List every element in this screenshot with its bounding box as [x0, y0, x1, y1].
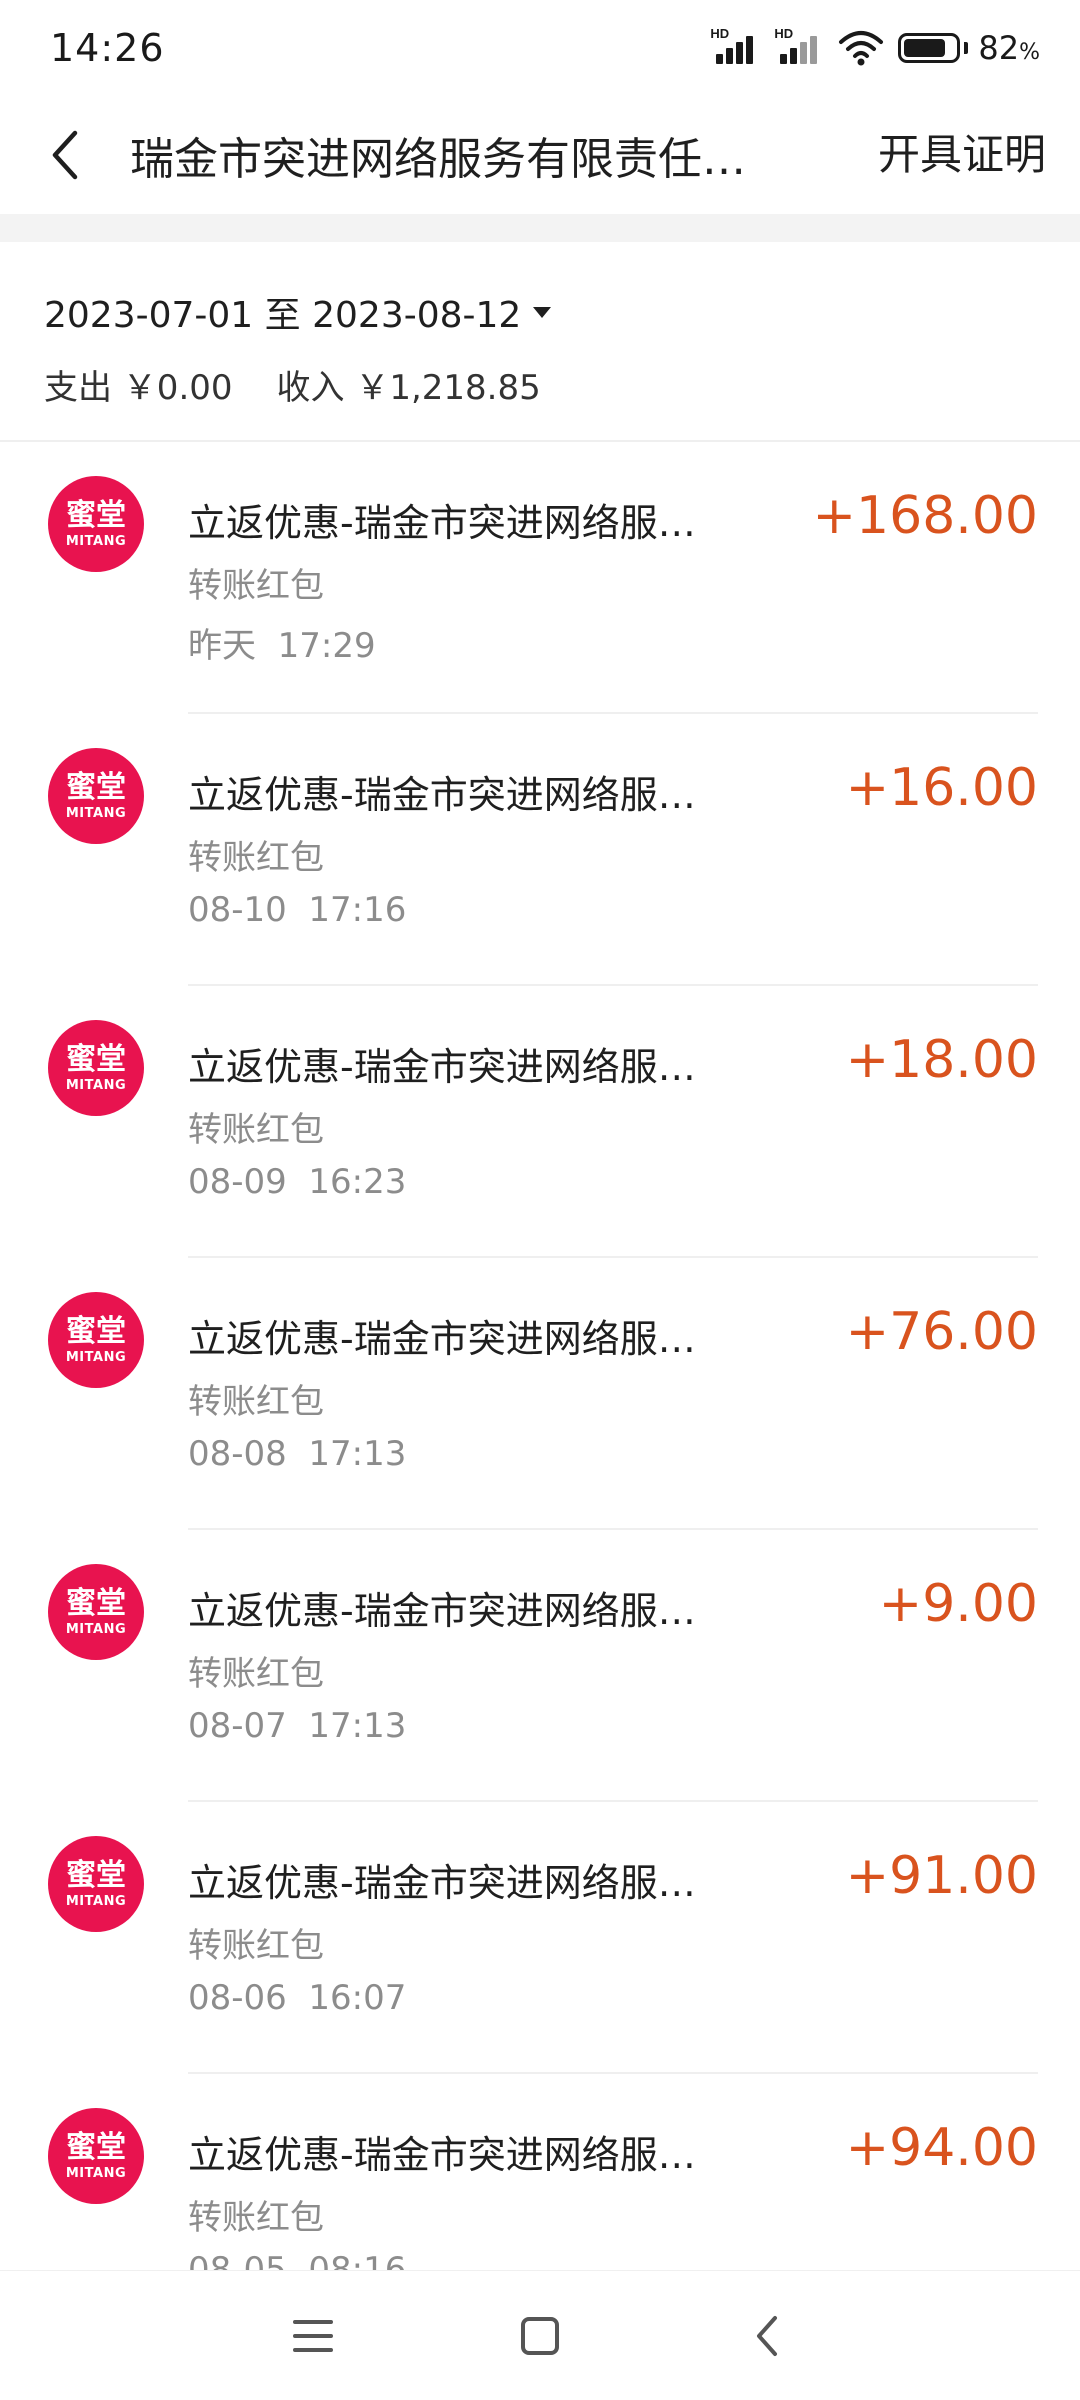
avatar-logo-cn: 蜜堂 [66, 769, 126, 805]
transaction-title: 立返优惠-瑞金市突进网络服… [188, 1861, 696, 1905]
back-button[interactable] [0, 96, 130, 214]
merchant-avatar: 蜜堂 MITANG [48, 1836, 144, 1932]
battery-percent: 82% [978, 29, 1040, 67]
status-icons: HD HD 82% [710, 26, 1040, 68]
totals: 支出 ￥0.00 收入 ￥1,218.85 [44, 360, 1036, 409]
list-item[interactable]: 蜜堂 MITANG 立返优惠-瑞金市突进网络服… 转账红包 08-10 17:16 +16… [0, 714, 1080, 986]
summary-section: 2023-07-01 至 2023-08-12 支出 ￥0.00 收入 ￥1,2… [0, 242, 1080, 442]
transaction-time: 08-07 17:13 [188, 1706, 407, 1746]
section-divider [0, 214, 1080, 242]
merchant-avatar: 蜜堂 MITANG [48, 1564, 144, 1660]
avatar-logo-en: MITANG [65, 533, 127, 549]
avatar-logo-en: MITANG [65, 1077, 127, 1093]
header: 瑞金市突进网络服务有限责任… 开具证明 [0, 96, 1080, 214]
merchant-avatar: 蜜堂 MITANG [48, 1020, 144, 1116]
avatar-logo-en: MITANG [65, 2165, 127, 2181]
avatar-logo-en: MITANG [65, 1349, 127, 1365]
menu-icon [293, 2319, 334, 2352]
avatar-logo-cn: 蜜堂 [66, 497, 126, 533]
system-back-button[interactable] [722, 2291, 812, 2381]
menu-button[interactable] [268, 2291, 358, 2381]
merchant-avatar: 蜜堂 MITANG [48, 748, 144, 844]
avatar-logo-cn: 蜜堂 [66, 1585, 126, 1621]
status-time: 14:26 [50, 26, 165, 70]
battery-icon: 82% [898, 29, 1040, 67]
transaction-time: 08-06 16:07 [188, 1978, 407, 2018]
status-bar: 14:26 HD HD 82% [0, 0, 1080, 96]
avatar-logo-en: MITANG [65, 805, 127, 821]
transaction-title: 立返优惠-瑞金市突进网络服… [188, 2133, 696, 2177]
date-range-label: 2023-07-01 至 2023-08-12 [44, 295, 522, 336]
chevron-left-icon [52, 130, 78, 180]
avatar-logo-cn: 蜜堂 [66, 1041, 126, 1077]
transaction-list: 蜜堂 MITANG 立返优惠-瑞金市突进网络服… 转账红包 昨天 17:29 +168.0… [0, 442, 1080, 2346]
transaction-amount: +76.00 [845, 1302, 1038, 1362]
transaction-amount: +18.00 [845, 1030, 1038, 1090]
transaction-amount: +16.00 [845, 758, 1038, 818]
transaction-category: 转账红包 [188, 1654, 324, 1694]
transaction-amount: +91.00 [845, 1846, 1038, 1906]
transaction-time: 08-09 16:23 [188, 1162, 407, 1202]
avatar-logo-cn: 蜜堂 [66, 1857, 126, 1893]
transaction-category: 转账红包 [188, 2198, 324, 2238]
transaction-category: 转账红包 [188, 1926, 324, 1966]
merchant-avatar: 蜜堂 MITANG [48, 2108, 144, 2204]
transaction-category: 转账红包 [188, 566, 324, 606]
income-total: 收入 ￥1,218.85 [276, 368, 541, 408]
signal-1-icon: HD [710, 26, 760, 68]
avatar-logo-cn: 蜜堂 [66, 2129, 126, 2165]
transaction-amount: +94.00 [845, 2118, 1038, 2178]
expense-total: 支出 ￥0.00 [44, 368, 233, 408]
transaction-time: 08-08 17:13 [188, 1434, 407, 1474]
transaction-time: 08-10 17:16 [188, 890, 407, 930]
transaction-time: 昨天 17:29 [188, 626, 376, 666]
avatar-logo-en: MITANG [65, 1621, 127, 1637]
list-item[interactable]: 蜜堂 MITANG 立返优惠-瑞金市突进网络服… 转账红包昨天 17:29 +168.0… [0, 442, 1080, 714]
list-item[interactable]: 蜜堂 MITANG 立返优惠-瑞金市突进网络服… 转账红包 08-06 16:07 +91… [0, 1802, 1080, 2074]
avatar-logo-en: MITANG [65, 1893, 127, 1909]
home-icon [520, 2316, 559, 2355]
transaction-title: 立返优惠-瑞金市突进网络服… [188, 773, 696, 817]
issue-certificate-button[interactable]: 开具证明 [878, 96, 1046, 214]
back-icon [756, 2315, 777, 2356]
transaction-title: 立返优惠-瑞金市突进网络服… [188, 1045, 696, 1089]
merchant-avatar: 蜜堂 MITANG [48, 476, 144, 572]
transaction-title: 立返优惠-瑞金市突进网络服… [188, 1317, 696, 1361]
system-nav-bar [0, 2270, 1080, 2400]
transaction-category: 转账红包 [188, 1382, 324, 1422]
list-item[interactable]: 蜜堂 MITANG 立返优惠-瑞金市突进网络服… 转账红包 08-08 17:13 +76… [0, 1258, 1080, 1530]
avatar-logo-cn: 蜜堂 [66, 1313, 126, 1349]
transaction-title: 立返优惠-瑞金市突进网络服… [188, 1589, 696, 1633]
list-item[interactable]: 蜜堂 MITANG 立返优惠-瑞金市突进网络服… 转账红包 08-07 17:13 +9.… [0, 1530, 1080, 1802]
signal-2-icon: HD [774, 26, 824, 68]
date-range-selector[interactable]: 2023-07-01 至 2023-08-12 [44, 286, 1036, 338]
page-title: 瑞金市突进网络服务有限责任… [130, 134, 746, 185]
transaction-category: 转账红包 [188, 838, 324, 878]
transaction-category: 转账红包 [188, 1110, 324, 1150]
transaction-amount: +9.00 [878, 1574, 1038, 1634]
caret-down-icon [533, 306, 552, 318]
home-button[interactable] [495, 2291, 585, 2381]
merchant-avatar: 蜜堂 MITANG [48, 1292, 144, 1388]
list-item[interactable]: 蜜堂 MITANG 立返优惠-瑞金市突进网络服… 转账红包 08-09 16:23 +18… [0, 986, 1080, 1258]
transaction-title: 立返优惠-瑞金市突进网络服… [188, 501, 696, 545]
transaction-amount: +168.00 [812, 486, 1038, 546]
wifi-icon [839, 31, 884, 66]
